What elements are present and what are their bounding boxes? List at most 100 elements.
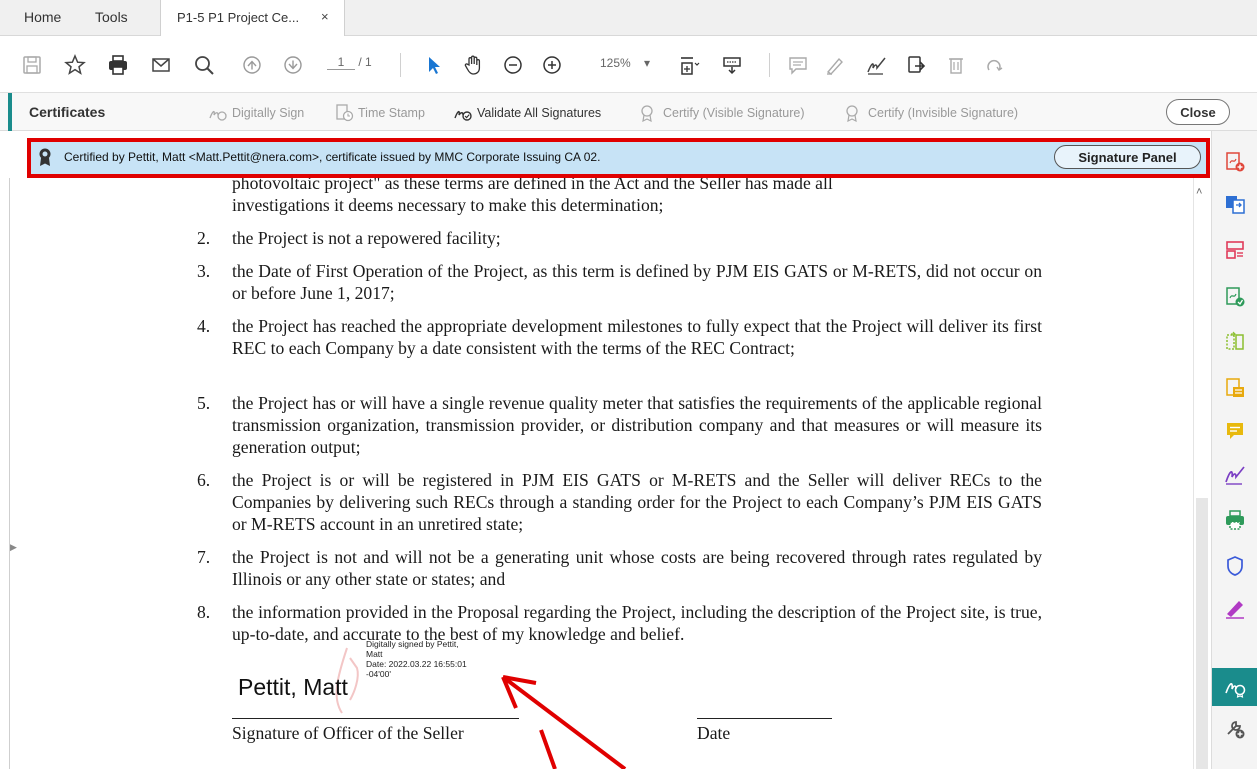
more-tools-icon[interactable] [1224, 717, 1246, 739]
main-toolbar: 1 / 1 125% ▾ [0, 37, 1257, 93]
certified-ribbon-icon [37, 147, 53, 172]
undo-icon[interactable] [982, 53, 1006, 77]
bookmark-star-icon[interactable] [63, 53, 87, 77]
certificates-title: Certificates [29, 104, 106, 120]
signature-detail-line: Matt [366, 649, 383, 659]
list-item: the Project is not and will not be a gen… [232, 547, 1042, 589]
export-pdf-icon[interactable] [1224, 193, 1246, 215]
validate-signature-icon [454, 110, 472, 121]
left-panel-divider [9, 178, 10, 769]
edit-pdf-icon[interactable] [1224, 377, 1246, 399]
expand-left-panel-icon[interactable]: ▶ [10, 542, 17, 553]
signature-status-message: Certified by Pettit, Matt <Matt.Pettit@n… [64, 150, 601, 164]
comment-tool-icon[interactable] [1224, 420, 1246, 442]
zoom-value: 125% [600, 56, 631, 70]
organize-pages-icon[interactable] [1224, 239, 1246, 261]
validate-all-signatures-button[interactable]: Validate All Signatures [453, 104, 601, 122]
list-item: the Date of First Operation of the Proje… [232, 261, 1042, 303]
tab-home[interactable]: Home [24, 9, 61, 25]
partial-line: investigations it deems necessary to mak… [232, 195, 664, 215]
certificates-tool-icon[interactable] [1224, 676, 1246, 698]
tab-document-label: P1-5 P1 Project Ce... [177, 10, 300, 25]
save-icon[interactable] [20, 53, 44, 77]
toolbar-divider [769, 53, 770, 77]
list-number: 8. [197, 602, 211, 622]
list-item: the Project has or will have a single re… [232, 393, 1042, 457]
list-number: 4. [197, 316, 211, 336]
total-pages: / 1 [358, 55, 372, 69]
next-page-icon[interactable] [281, 53, 305, 77]
certify-ribbon-icon [641, 105, 653, 122]
signature-detail-line: -04'00' [366, 669, 391, 679]
scrollbar-thumb[interactable] [1196, 498, 1208, 769]
close-button[interactable]: Close [1166, 99, 1230, 125]
signature-watermark-icon [335, 647, 359, 714]
create-pdf-icon[interactable] [1224, 151, 1246, 173]
toolbar-divider [400, 53, 401, 77]
list-item: the Project is or will be registered in … [232, 470, 1042, 534]
tab-document[interactable]: P1-5 P1 Project Ce... × [160, 0, 345, 36]
request-signature-icon[interactable] [1224, 598, 1246, 620]
time-stamp-button[interactable]: Time Stamp [334, 104, 425, 122]
digitally-sign-button[interactable]: Digitally Sign [208, 104, 304, 122]
right-tools-panel [1211, 131, 1257, 769]
print-icon[interactable] [106, 53, 130, 77]
certify-visible-label: Certify (Visible Signature) [663, 106, 805, 120]
select-cursor-icon[interactable] [422, 53, 446, 77]
list-number: 6. [197, 470, 211, 490]
scroll-up-icon[interactable]: ˄ [1196, 186, 1202, 198]
zoom-in-icon[interactable] [540, 53, 564, 77]
officer-signature-label: Signature of Officer of the Seller [232, 723, 464, 743]
hand-tool-icon[interactable] [462, 53, 486, 77]
fill-and-sign-icon[interactable] [1224, 464, 1246, 486]
tab-tools[interactable]: Tools [95, 9, 128, 25]
date-label: Date [697, 723, 731, 743]
zoom-dropdown[interactable]: 125% ▾ [600, 56, 650, 70]
tab-bar: Home Tools P1-5 P1 Project Ce... × [0, 0, 1257, 36]
signer-name: Pettit, Matt [238, 674, 348, 700]
list-item: the Project has reached the appropriate … [232, 316, 1042, 358]
signature-status-bar: Certified by Pettit, Matt <Matt.Pettit@n… [27, 138, 1210, 178]
list-number: 5. [197, 393, 211, 413]
partial-line: photovoltaic project" as these terms are… [232, 178, 833, 193]
zoom-out-icon[interactable] [501, 53, 525, 77]
certificates-toolbar: Certificates Digitally Sign Time Stamp V… [0, 93, 1257, 131]
signature-detail-line: Date: 2022.03.22 16:55:01 [366, 659, 467, 669]
previous-page-icon[interactable] [240, 53, 264, 77]
close-tab-icon[interactable]: × [321, 9, 329, 24]
time-stamp-icon [336, 104, 354, 122]
certify-invisible-button[interactable]: Certify (Invisible Signature) [844, 104, 1018, 122]
digitally-sign-icon [209, 110, 227, 121]
combine-files-icon[interactable] [1224, 286, 1246, 308]
certificates-accent [8, 93, 12, 131]
list-item: the Project is not a repowered facility; [232, 228, 501, 248]
delete-icon[interactable] [944, 53, 968, 77]
email-icon[interactable] [149, 53, 173, 77]
signature-details[interactable]: Digitally signed by Pettit, Matt Date: 2… [366, 639, 496, 679]
comment-icon[interactable] [786, 53, 810, 77]
chevron-down-icon: ▾ [644, 56, 651, 70]
certify-ribbon-icon [846, 105, 858, 122]
page-display-icon[interactable] [677, 53, 701, 77]
print-production-icon[interactable] [1224, 509, 1246, 531]
search-icon[interactable] [192, 53, 216, 77]
protect-shield-icon[interactable] [1224, 555, 1246, 577]
share-icon[interactable] [904, 53, 928, 77]
signature-panel-button[interactable]: Signature Panel [1054, 145, 1201, 169]
list-number: 7. [197, 547, 211, 567]
current-page-input[interactable]: 1 [327, 55, 355, 70]
presentation-icon[interactable] [720, 53, 744, 77]
date-line [697, 718, 832, 719]
list-number: 2. [197, 228, 211, 248]
signature-line [232, 718, 519, 719]
highlight-pen-icon[interactable] [823, 53, 847, 77]
validate-all-label: Validate All Signatures [477, 106, 602, 120]
compare-files-icon[interactable] [1224, 331, 1246, 353]
certify-visible-button[interactable]: Certify (Visible Signature) [639, 104, 805, 122]
digitally-sign-label: Digitally Sign [232, 106, 305, 120]
fill-sign-icon[interactable] [864, 53, 888, 77]
signature-detail-line: Digitally signed by Pettit, [366, 639, 459, 649]
document-viewport[interactable]: ▶ photovoltaic project" as these terms a… [0, 178, 1211, 769]
time-stamp-label: Time Stamp [358, 106, 425, 120]
page-number-field[interactable]: 1 / 1 [327, 55, 372, 70]
